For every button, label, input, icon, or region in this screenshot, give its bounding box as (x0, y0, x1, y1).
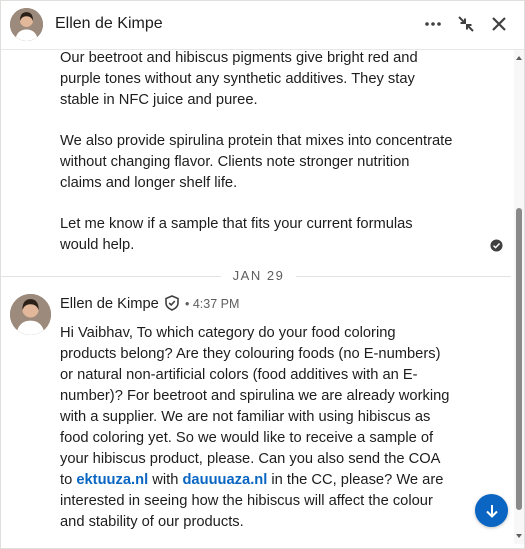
scrollbar-thumb[interactable] (516, 208, 522, 510)
message-paragraph: We also provide spirulina protein that m… (60, 133, 453, 191)
message-list[interactable]: Our beetroot and hibiscus pigments give … (1, 50, 511, 544)
message-body: Hi Vaibhav, To which category do your fo… (60, 323, 455, 533)
message-paragraph: Our beetroot and hibiscus pigments give … (60, 50, 418, 108)
sender-name[interactable]: Ellen de Kimpe (60, 296, 159, 312)
email-link[interactable]: dauuuaza.nl (182, 472, 267, 488)
email-link[interactable]: ektuuza.nl (76, 472, 148, 488)
minimize-button[interactable] (453, 11, 479, 37)
date-divider: JAN 29 (221, 268, 296, 283)
scroll-down-icon[interactable] (515, 532, 523, 540)
scrollbar[interactable] (514, 50, 524, 544)
sender-avatar[interactable] (10, 294, 51, 335)
conversation-header: Ellen de Kimpe (1, 1, 524, 50)
more-horizontal-icon (425, 22, 441, 26)
collapse-arrows-icon (458, 16, 474, 32)
messaging-window: Ellen de Kimpe Our beetroot and hibiscus… (0, 0, 525, 549)
arrow-down-icon (485, 504, 498, 518)
avatar[interactable] (10, 8, 43, 41)
jump-to-latest-button[interactable] (475, 494, 508, 527)
message-timestamp: • 4:37 PM (185, 297, 240, 311)
seen-check-icon (490, 239, 503, 252)
contact-name[interactable]: Ellen de Kimpe (55, 15, 163, 33)
verified-shield-icon (165, 295, 179, 311)
message-text: Hi Vaibhav, To which category do your fo… (60, 325, 450, 488)
message-text: with (148, 472, 183, 488)
close-button[interactable] (486, 11, 512, 37)
message-paragraph: Let me know if a sample that fits your c… (60, 216, 413, 253)
scroll-up-icon[interactable] (515, 54, 523, 62)
close-icon (492, 17, 506, 31)
more-options-button[interactable] (420, 11, 446, 37)
